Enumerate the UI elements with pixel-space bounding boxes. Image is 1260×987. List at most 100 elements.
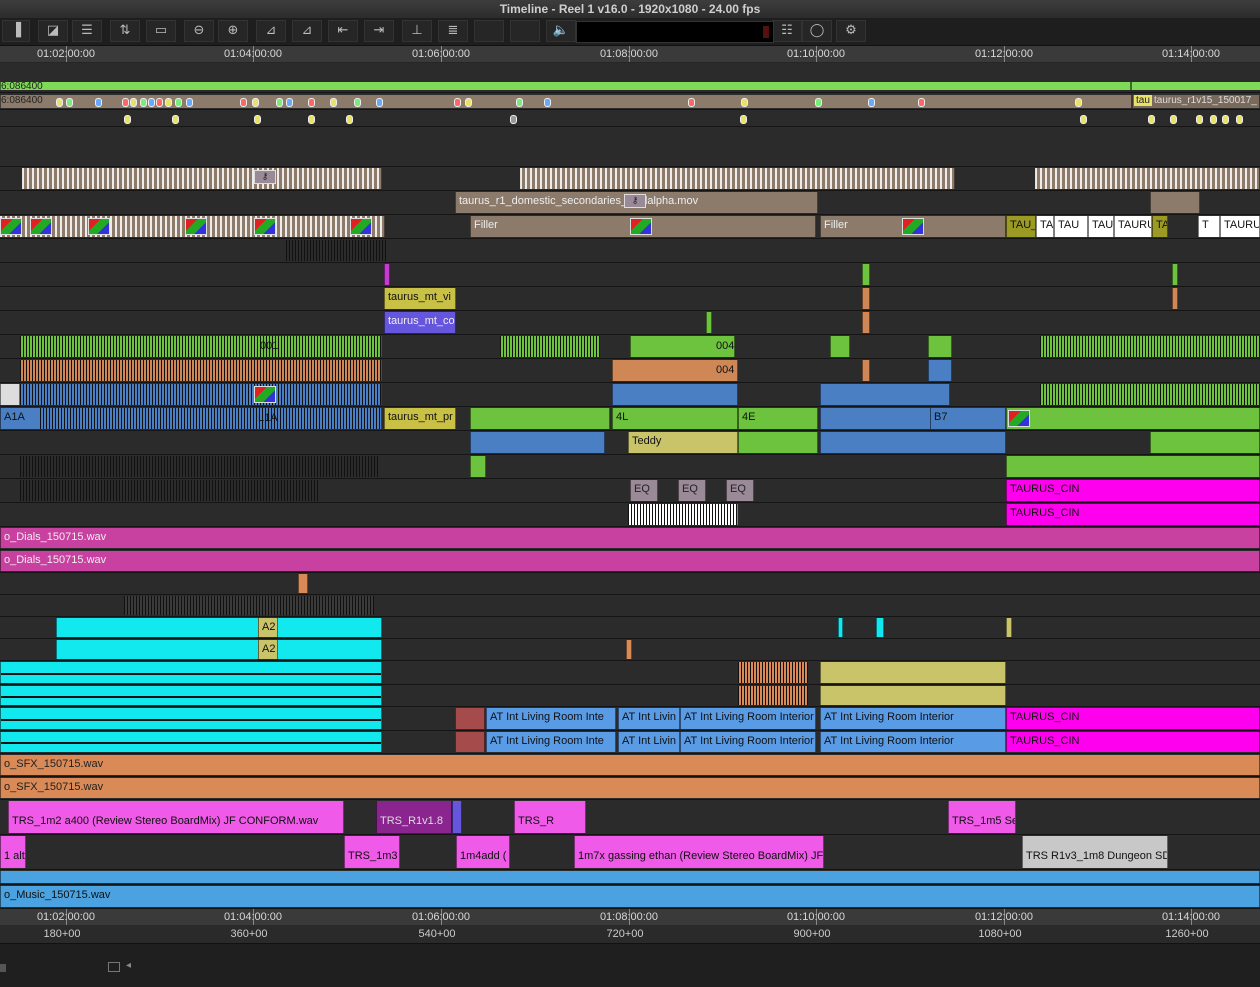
track-a16[interactable]: o_Music_150715.wav [0, 885, 1260, 909]
clip-living-room-3[interactable]: AT Int Living Room Interior [680, 708, 816, 729]
clip-teddy[interactable]: Teddy [628, 432, 738, 453]
settings-button[interactable]: ⚙ [836, 20, 866, 42]
track-a13[interactable]: TRS_1m2 a400 (Review Stereo BoardMix) JF… [0, 800, 1260, 835]
video-clip[interactable] [1150, 432, 1260, 453]
track-v1c[interactable]: 004 [0, 359, 1260, 383]
video-clip[interactable] [862, 360, 870, 381]
clip-music[interactable]: o_Music_150715.wav [0, 886, 1260, 907]
clip-trs-r1[interactable]: TRS_R1v1.8 [376, 801, 452, 833]
track-settings-button[interactable]: ⇅ [110, 20, 140, 42]
track-v1[interactable]: A1A L1A taurus_mt_pr 4L 4E B7 [0, 407, 1260, 431]
clip-mt-v[interactable]: taurus_mt_vi [384, 288, 456, 309]
timeline-size-icon[interactable] [108, 962, 120, 972]
clip-taurus-cin-3[interactable]: TAURUS_CIN [1006, 708, 1260, 729]
video-clip[interactable] [1006, 456, 1260, 477]
clip-trs-m5[interactable]: TRS_1m5 Se [948, 801, 1016, 833]
clip-eq-0[interactable]: EQ [630, 480, 658, 501]
audio-button[interactable]: 🔈 [546, 20, 576, 42]
clip-dialog-2[interactable]: o_Dials_150715.wav [0, 551, 1260, 571]
track-display-button[interactable]: ☰ [72, 20, 102, 42]
record-button[interactable]: ◯ [802, 20, 832, 42]
track-a1[interactable]: o_Dials_150715.wav [0, 527, 1260, 550]
edit-marker[interactable] [384, 264, 390, 285]
clip-m4add[interactable]: 1m4add ( [456, 836, 510, 868]
audio-clip[interactable] [0, 708, 382, 729]
audio-clip[interactable] [0, 732, 382, 752]
clip-alt[interactable]: 1 alt [0, 836, 26, 868]
track-a5[interactable]: A2 [0, 617, 1260, 639]
track-x2[interactable] [0, 455, 1260, 479]
video-quality-button[interactable]: ◪ [38, 20, 68, 42]
video-clip[interactable] [470, 456, 486, 477]
clip-trs-m3[interactable]: TRS_1m3 [344, 836, 400, 868]
scrollbar-thumb[interactable] [0, 964, 6, 972]
clip-trs-r[interactable]: TRS_R [514, 801, 586, 833]
audio-clip[interactable] [452, 801, 462, 833]
clip-tau-4[interactable]: TA [1152, 216, 1168, 237]
video-clip[interactable] [928, 336, 952, 357]
video-clip[interactable] [1172, 288, 1178, 309]
blank-button-2[interactable] [510, 20, 540, 42]
clip-living-room-7[interactable]: AT Int Living Room Interior [680, 732, 816, 752]
track-v3b[interactable] [0, 263, 1260, 287]
video-clip[interactable] [738, 432, 818, 453]
audio-clip[interactable] [0, 871, 1260, 883]
video-clip[interactable] [862, 312, 870, 333]
clip-4e[interactable]: 4E [738, 408, 818, 429]
track-v3c[interactable]: taurus_mt_vi [0, 287, 1260, 311]
clip-tau-0[interactable]: TA [1036, 216, 1054, 237]
video-clip[interactable] [1172, 264, 1178, 285]
timecode-track-1-end[interactable] [1131, 82, 1260, 90]
track-a11[interactable]: o_SFX_150715.wav [0, 754, 1260, 777]
video-clip[interactable] [0, 384, 20, 405]
track-v1b[interactable] [0, 383, 1260, 407]
audio-clip[interactable] [455, 708, 485, 729]
clip-a2b[interactable]: A2 [258, 640, 278, 659]
track-mk[interactable] [0, 111, 1260, 127]
timeline-view-button[interactable]: ▭ [146, 20, 176, 42]
video-clip[interactable] [470, 432, 605, 453]
video-clip[interactable] [928, 360, 952, 381]
timeline-tracks-area[interactable]: 6:086400 6:086400 tau taurus_r1v15_150017_ ⚷… [0, 63, 1260, 909]
track-v3d[interactable]: taurus_mt_co [0, 311, 1260, 335]
clip-living-room-6[interactable]: AT Int Livin [618, 732, 680, 752]
clip-living-room-2[interactable]: AT Int Livin [618, 708, 680, 729]
track-v2[interactable]: 001 004 [0, 335, 1260, 359]
clip-living-room-1[interactable]: AT Int Living Room Inte [486, 708, 616, 729]
blank-button-1[interactable] [474, 20, 504, 42]
track-v6[interactable]: ⚷ [0, 167, 1260, 191]
video-clip[interactable] [820, 432, 1006, 453]
clip-mt-co[interactable]: taurus_mt_co [384, 312, 456, 333]
add-edit-button[interactable]: ⊥ [402, 20, 432, 42]
track-v4[interactable]: Filler Filler TAU_ TA TAU TAU TAURUS TA T TAURU [0, 215, 1260, 239]
clip-taurus-cin-4[interactable]: TAURUS_CIN [1006, 732, 1260, 752]
track-v3a[interactable] [0, 239, 1260, 263]
clip-living-room-8[interactable]: AT Int Living Room Interior [820, 732, 1006, 752]
audio-clip[interactable] [0, 686, 382, 705]
track-a15[interactable] [0, 870, 1260, 885]
clip-eq-2[interactable]: EQ [726, 480, 754, 501]
clip-tau-1[interactable]: TAU [1054, 216, 1088, 237]
clip-a2[interactable]: A2 [258, 618, 278, 637]
video-clip[interactable] [1150, 192, 1200, 213]
audio-clip[interactable] [838, 618, 843, 637]
audio-clip[interactable] [876, 618, 884, 637]
video-clip[interactable] [612, 384, 738, 405]
timecode-ruler-bottom[interactable]: 01:02:00:00 01:04:00:00 01:06:00:00 01:08:0… [0, 909, 1260, 925]
clip-living-room-4[interactable]: AT Int Living Room Interior [820, 708, 1006, 729]
track-tc2[interactable]: 6:086400 tau taurus_r1v15_150017_ [0, 94, 1260, 110]
clip-tau-2[interactable]: TAU [1088, 216, 1114, 237]
track-a9[interactable]: AT Int Living Room Inte AT Int Livin AT In… [0, 707, 1260, 731]
track-v5[interactable]: taurus_r1_domestic_secondaries_avidalpha… [0, 191, 1260, 215]
clip-m7x[interactable]: 1m7x gassing ethan (Review Stereo BoardM… [574, 836, 824, 868]
video-clip[interactable] [1006, 408, 1260, 429]
audio-clip[interactable] [56, 640, 382, 659]
clip-tau-short[interactable]: TAU_ [1006, 216, 1036, 237]
toggle-source-record-button[interactable]: ▐ [2, 20, 30, 42]
clip-taurus-cin-1[interactable]: TAURUS_CIN [1006, 480, 1260, 501]
audio-clip[interactable] [1006, 618, 1012, 637]
clip-tau-6[interactable]: TAURU [1220, 216, 1260, 237]
video-clip[interactable] [820, 384, 950, 405]
clip-mt-pr[interactable]: taurus_mt_pr [384, 408, 456, 429]
menu-button[interactable]: ≣ [438, 20, 468, 42]
